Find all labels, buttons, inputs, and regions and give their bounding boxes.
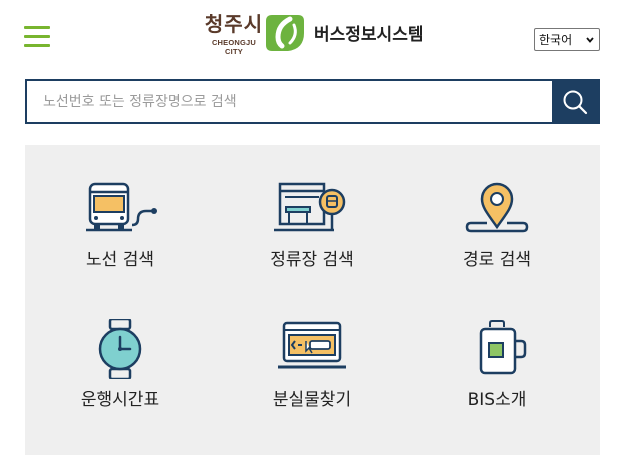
- menu-item-path-search[interactable]: 경로 검색: [417, 145, 577, 285]
- language-select-value: 한국어: [539, 33, 573, 47]
- menu-item-route-search[interactable]: 노선 검색: [40, 145, 200, 285]
- city-logo: 청주시 CHEONGJU CITY: [203, 12, 265, 56]
- menu-item-lost-found[interactable]: 분실물찾기: [232, 285, 392, 425]
- menu-item-label: 노선 검색: [86, 250, 154, 270]
- site-title: 버스정보시스템: [314, 25, 424, 45]
- location-pin-icon: [465, 182, 529, 233]
- monitor-icon: [278, 321, 346, 369]
- menu-item-stop-search[interactable]: 정류장 검색: [232, 145, 392, 285]
- menu-item-label: 운행시간표: [80, 390, 160, 410]
- search-button[interactable]: [552, 81, 598, 122]
- menu-item-label: 분실물찾기: [272, 390, 352, 410]
- header: 청주시 CHEONGJU CITY 버스정보시스템 한국어: [0, 0, 623, 75]
- mug-icon: [479, 320, 527, 375]
- hamburger-icon[interactable]: [24, 26, 50, 48]
- menu-item-label: BIS소개: [467, 390, 527, 410]
- city-logo-english: CHEONGJU CITY: [211, 38, 257, 56]
- menu-item-label: 정류장 검색: [270, 250, 354, 270]
- menu-item-bis-intro[interactable]: BIS소개: [417, 285, 577, 425]
- search-bar: [25, 79, 600, 124]
- chevron-down-icon: [586, 37, 594, 43]
- city-emblem-icon: [266, 15, 304, 51]
- menu-item-label: 경로 검색: [463, 250, 531, 270]
- language-select[interactable]: 한국어: [534, 28, 600, 51]
- search-icon: [563, 90, 588, 114]
- menu-item-timetable[interactable]: 운행시간표: [40, 285, 200, 425]
- city-logo-korean: 청주시: [204, 12, 264, 36]
- main-menu: 노선 검색 정류장 검색 경로 검색 운행시간표 분실물찾기 BIS소개: [25, 145, 600, 455]
- bus-route-icon: [86, 182, 157, 232]
- search-input[interactable]: [27, 81, 554, 122]
- bus-stop-icon: [274, 182, 346, 232]
- watch-icon: [98, 319, 142, 379]
